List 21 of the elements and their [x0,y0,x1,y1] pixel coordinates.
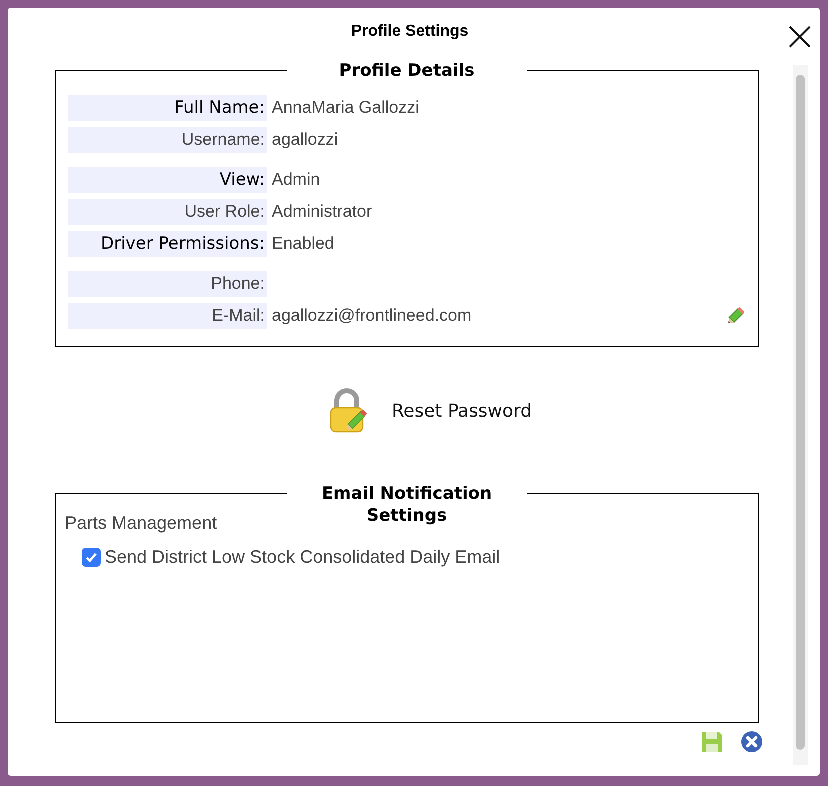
field-label: Full Name: [68,95,267,121]
field-label: Phone: [68,271,267,297]
fieldset-legend: Email Notification Settings [287,483,527,527]
field-value: agallozzi@frontlineed.com [272,305,472,327]
field-value: AnnaMaria Gallozzi [272,97,420,119]
field-label: User Role: [68,199,267,225]
close-icon[interactable] [788,25,812,49]
field-value: Admin [272,169,320,191]
field-value: Enabled [272,233,334,255]
field-label: Driver Permissions: [68,231,267,257]
field-value: Administrator [272,201,372,223]
reset-password-link[interactable]: Reset Password [392,398,532,424]
dialog-title: Profile Settings [351,22,469,42]
checkmark-icon [85,551,98,564]
field-label: Username: [68,127,267,153]
field-label: E-Mail: [68,303,267,329]
field-label: View: [68,167,267,193]
checkbox-label: Send District Low Stock Consolidated Daily Email [105,546,500,569]
section-heading: Parts Management [65,512,218,535]
checkbox[interactable] [82,548,101,567]
field-value: agallozzi [272,129,338,151]
